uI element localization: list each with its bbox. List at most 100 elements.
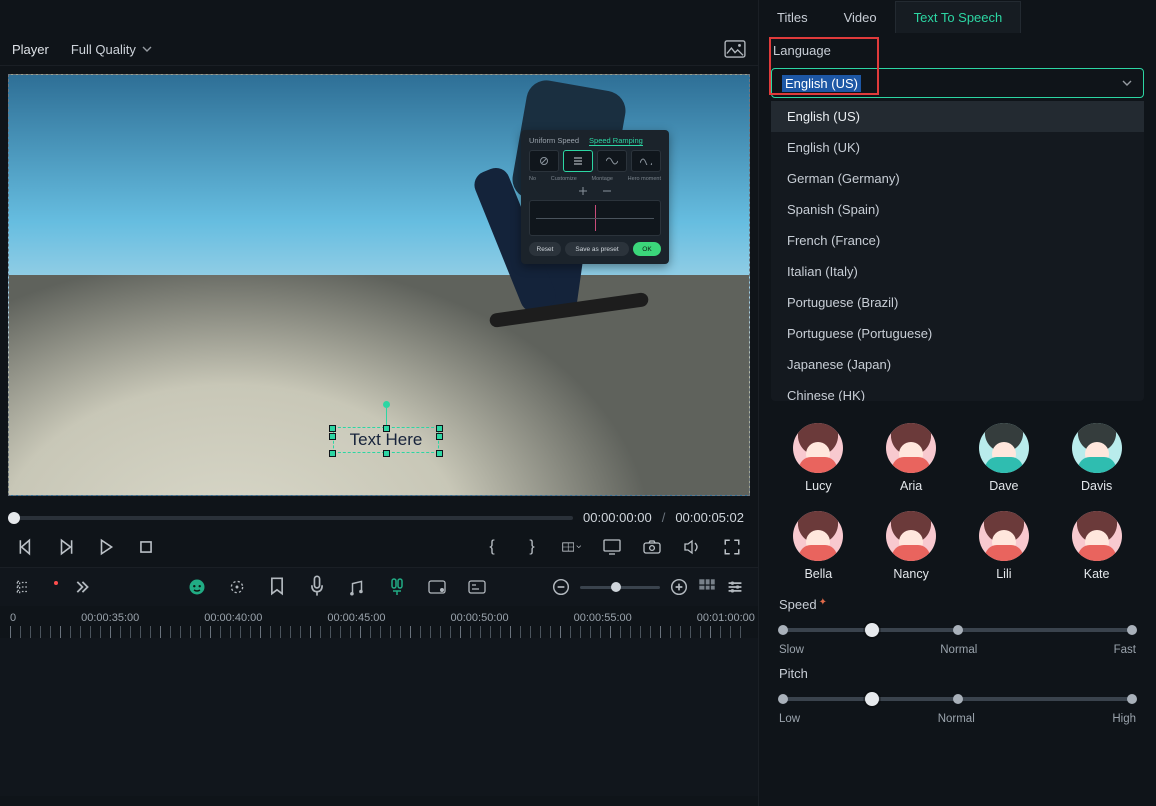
language-dropdown[interactable]: English (US)English (UK)German (Germany)… (771, 101, 1144, 401)
overlay-tile-hero[interactable] (631, 150, 661, 172)
voice-option-lucy[interactable]: Lucy (779, 423, 858, 493)
voice-option-dave[interactable]: Dave (965, 423, 1044, 493)
overlay-del-key-icon[interactable] (602, 186, 612, 196)
tab-titles[interactable]: Titles (759, 2, 826, 33)
mark-out-button[interactable]: } (522, 537, 542, 557)
audio-beat-icon[interactable] (348, 578, 366, 596)
overlay-speed-graph[interactable] (529, 200, 661, 236)
grid-view-icon[interactable] (698, 578, 716, 596)
track-settings-icon[interactable] (726, 578, 744, 596)
language-option[interactable]: English (US) (771, 101, 1144, 132)
language-option[interactable]: German (Germany) (771, 163, 1144, 194)
resize-handle[interactable] (383, 450, 390, 457)
speed-normal-label: Normal (940, 644, 977, 656)
snapshot-gallery-icon[interactable] (724, 40, 746, 58)
overlay-tile-label: Montage (592, 176, 613, 182)
resize-handle[interactable] (436, 450, 443, 457)
language-option[interactable]: Japanese (Japan) (771, 349, 1144, 380)
overlay-tile-no[interactable] (529, 150, 559, 172)
voice-option-bella[interactable]: Bella (779, 511, 858, 581)
language-option[interactable]: English (UK) (771, 132, 1144, 163)
pitch-label: Pitch (779, 666, 1136, 681)
marker-icon[interactable] (268, 578, 286, 596)
camera-snapshot-button[interactable] (642, 537, 662, 557)
volume-button[interactable] (682, 537, 702, 557)
language-option[interactable]: Italian (Italy) (771, 256, 1144, 287)
tab-video[interactable]: Video (826, 2, 895, 33)
overlay-ok-button[interactable]: OK (633, 242, 661, 256)
voice-option-davis[interactable]: Davis (1057, 423, 1136, 493)
voice-name: Kate (1084, 567, 1110, 581)
timeline-ticks[interactable] (10, 626, 748, 638)
fullscreen-button[interactable] (722, 537, 742, 557)
smart-cut-icon[interactable] (388, 578, 406, 596)
language-value: English (US) (782, 75, 861, 92)
resize-handle[interactable] (383, 425, 390, 432)
avatar (979, 423, 1029, 473)
overlay-tab-ramping[interactable]: Speed Ramping (589, 136, 643, 146)
play-button[interactable] (96, 537, 116, 557)
language-option[interactable]: Spanish (Spain) (771, 194, 1144, 225)
ruler-label: 00:00:55:00 (574, 612, 632, 624)
stop-button[interactable] (136, 537, 156, 557)
ai-assistant-icon[interactable] (188, 578, 206, 596)
language-select[interactable]: English (US) (771, 68, 1144, 98)
resize-handle[interactable] (436, 425, 443, 432)
ruler-label: 0 (10, 612, 16, 624)
timeline-options-icon[interactable] (14, 578, 32, 596)
timeline-ruler[interactable]: 0 00:00:35:00 00:00:40:00 00:00:45:00 00… (0, 606, 758, 624)
language-option[interactable]: French (France) (771, 225, 1144, 256)
aspect-ratio-button[interactable] (562, 537, 582, 557)
display-settings-button[interactable] (602, 537, 622, 557)
overlay-add-key-icon[interactable] (578, 186, 588, 196)
resize-handle[interactable] (329, 425, 336, 432)
language-option[interactable]: Chinese (HK) (771, 380, 1144, 401)
resize-handle[interactable] (436, 433, 443, 440)
language-option[interactable]: Portuguese (Portuguese) (771, 318, 1144, 349)
timeline-track-area[interactable] (0, 638, 758, 796)
language-option[interactable]: Portuguese (Brazil) (771, 287, 1144, 318)
tab-text-to-speech[interactable]: Text To Speech (895, 1, 1022, 33)
resize-handle[interactable] (329, 433, 336, 440)
overlay-tile-label: No (529, 176, 536, 182)
overlay-save-preset-button[interactable]: Save as preset (565, 242, 629, 256)
speed-slider[interactable] (779, 618, 1136, 642)
mark-in-button[interactable]: { (482, 537, 502, 557)
zoom-out-button[interactable] (552, 578, 570, 596)
avatar (1072, 423, 1122, 473)
ruler-label: 00:00:40:00 (204, 612, 262, 624)
overlay-reset-button[interactable]: Reset (529, 242, 561, 256)
playback-scrubber[interactable] (14, 516, 573, 520)
title-text-box[interactable]: Text Here (333, 419, 439, 453)
voiceover-mic-icon[interactable] (308, 578, 326, 596)
overlay-tile-montage[interactable] (597, 150, 627, 172)
avatar (793, 511, 843, 561)
pitch-normal-label: Normal (938, 713, 975, 725)
zoom-slider[interactable] (580, 586, 660, 589)
zoom-in-button[interactable] (670, 578, 688, 596)
select-tool-icon[interactable] (228, 578, 246, 596)
voice-option-kate[interactable]: Kate (1057, 511, 1136, 581)
ruler-label: 00:00:50:00 (451, 612, 509, 624)
voice-name: Bella (804, 567, 832, 581)
voice-name: Nancy (893, 567, 928, 581)
record-screen-icon[interactable] (428, 578, 446, 596)
overlay-tab-uniform[interactable]: Uniform Speed (529, 136, 579, 146)
pitch-low-label: Low (779, 713, 800, 725)
voice-option-aria[interactable]: Aria (872, 423, 951, 493)
pitch-high-label: High (1112, 713, 1136, 725)
overlay-tile-customize[interactable] (563, 150, 593, 172)
pitch-slider[interactable] (779, 687, 1136, 711)
voice-option-nancy[interactable]: Nancy (872, 511, 951, 581)
voice-option-lili[interactable]: Lili (965, 511, 1044, 581)
voice-name: Lucy (805, 479, 831, 493)
preview-canvas[interactable]: Uniform Speed Speed Ramping No Customize… (8, 74, 750, 496)
prev-frame-button[interactable] (16, 537, 36, 557)
rotate-handle[interactable] (383, 401, 390, 408)
avatar (1072, 511, 1122, 561)
step-forward-button[interactable] (56, 537, 76, 557)
timeline-expand-icon[interactable] (76, 578, 94, 596)
quality-select[interactable]: Full Quality (67, 40, 156, 59)
resize-handle[interactable] (329, 450, 336, 457)
caption-icon[interactable] (468, 578, 486, 596)
